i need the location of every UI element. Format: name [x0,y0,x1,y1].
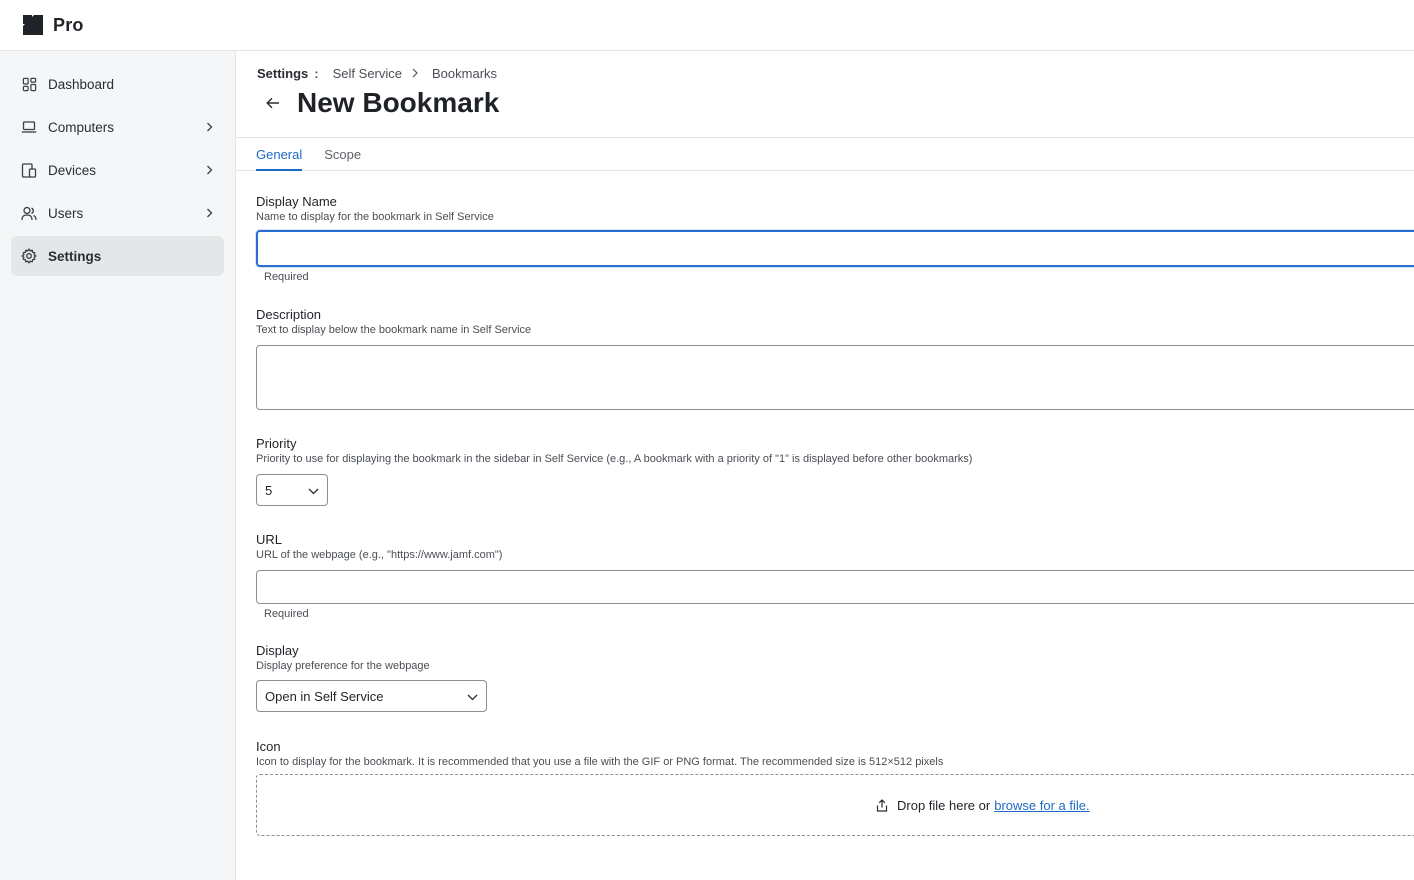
chevron-right-icon[interactable] [204,165,214,175]
logo-text: Pro [53,14,84,35]
sidebar-item-devices[interactable]: Devices [11,150,224,190]
description-textarea[interactable] [256,345,1414,410]
url-label: URL [256,532,283,547]
sidebar-item-label: Computers [48,119,115,135]
url-help: URL of the webpage (e.g., "https://www.j… [256,549,503,561]
dropzone-text: Drop file here or [897,797,991,813]
devices-icon [21,162,37,178]
sidebar-item-computers[interactable]: Computers [11,107,224,147]
sidebar-item-label: Settings [48,248,102,264]
users-icon [21,205,37,221]
chevron-down-icon [308,483,319,498]
display-name-help: Name to display for the bookmark in Self… [256,211,494,223]
tab-scope[interactable]: Scope [324,138,361,171]
page-header: Settings : Self Service Bookmarks New Bo… [236,51,1414,138]
tab-bar: General Scope [236,138,1414,171]
display-name-required: Required [264,271,309,283]
icon-label: Icon [256,739,281,754]
priority-label: Priority [256,436,297,451]
gear-icon [21,248,37,264]
icon-help: Icon to display for the bookmark. It is … [256,756,944,768]
display-label: Display [256,643,299,658]
display-help: Display preference for the webpage [256,660,430,672]
description-help: Text to display below the bookmark name … [256,324,532,336]
chevron-right-icon[interactable] [204,122,214,132]
sidebar-item-settings[interactable]: Settings [11,236,224,276]
display-name-input[interactable] [256,230,1414,267]
app-logo[interactable]: Pro [21,13,84,37]
main-content: Settings : Self Service Bookmarks New Bo… [236,51,1414,880]
upload-icon [876,798,888,812]
sidebar-item-dashboard[interactable]: Dashboard [11,64,224,104]
sidebar: Dashboard Computers Devices Users Settin… [0,51,236,880]
breadcrumb-self-service[interactable]: Self Service [333,66,402,81]
description-label: Description [256,307,322,322]
chevron-down-icon [467,689,478,704]
display-name-label: Display Name [256,194,337,209]
icon-dropzone[interactable]: Drop file here or browse for a file. [256,774,1414,836]
breadcrumb-separator: : [314,65,319,81]
chevron-right-icon[interactable] [204,208,214,218]
breadcrumb-root[interactable]: Settings [257,66,308,81]
tab-general[interactable]: General [256,138,303,171]
bookmark-form: Display Name Name to display for the boo… [236,194,1414,836]
display-value: Open in Self Service [265,688,384,704]
breadcrumb-bookmarks[interactable]: Bookmarks [432,66,497,81]
top-bar: Pro [0,0,1414,51]
url-required: Required [264,608,309,620]
url-input[interactable] [256,570,1414,604]
sidebar-item-users[interactable]: Users [11,193,224,233]
logo-icon [21,13,45,37]
priority-select[interactable]: 5 [256,474,328,506]
sidebar-item-label: Dashboard [48,76,115,92]
browse-file-link[interactable]: browse for a file. [994,798,1089,813]
dashboard-icon [21,76,37,92]
priority-value: 5 [265,482,273,498]
sidebar-item-label: Devices [48,162,97,178]
page-title: New Bookmark [297,87,500,118]
laptop-icon [21,119,37,135]
back-arrow-icon[interactable] [262,92,284,114]
sidebar-item-label: Users [48,205,84,221]
chevron-right-icon [412,68,418,78]
priority-help: Priority to use for displaying the bookm… [256,453,973,465]
breadcrumb: Settings : Self Service Bookmarks [257,65,1394,81]
display-select[interactable]: Open in Self Service [256,680,487,712]
